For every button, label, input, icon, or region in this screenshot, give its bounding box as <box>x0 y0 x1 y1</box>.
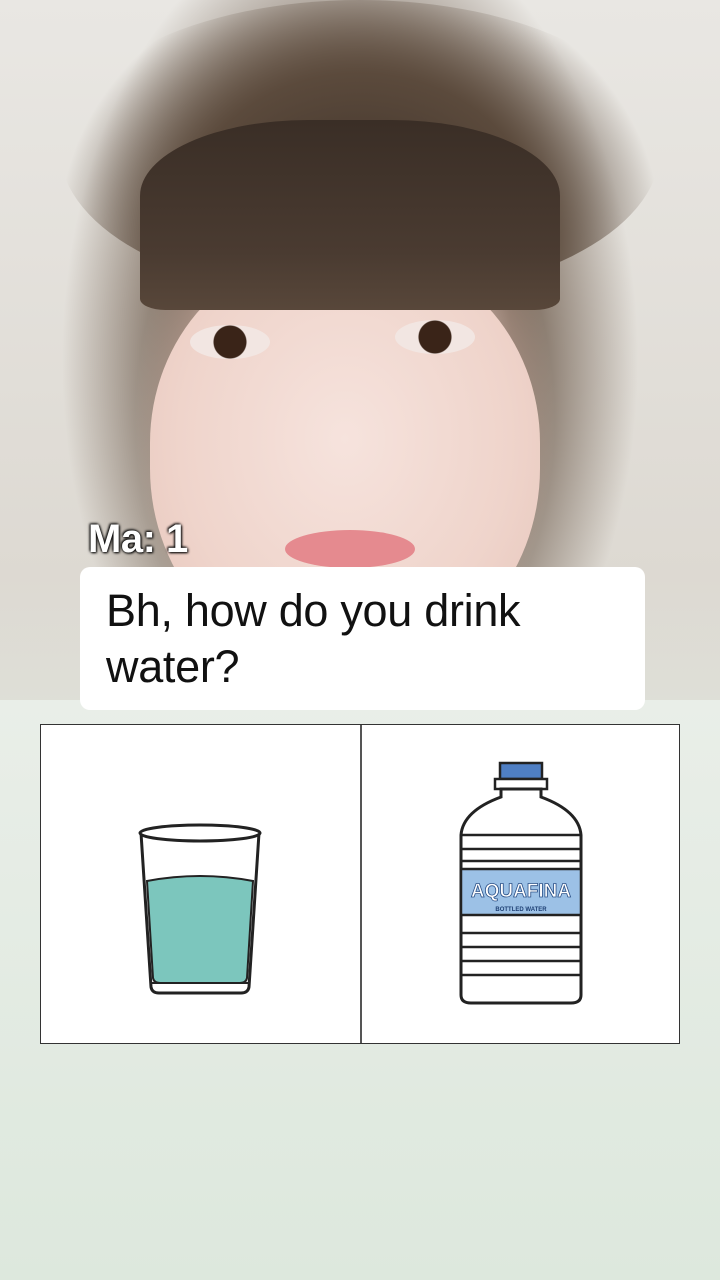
bottle-choice[interactable]: AQUAFINA BOTTLED WATER <box>361 725 680 1043</box>
question-box: Bh, how do you drink water? <box>80 567 645 710</box>
bottle-brand-text: AQUAFINA <box>471 881 572 902</box>
water-glass-icon <box>138 823 262 995</box>
right-eye <box>395 320 475 354</box>
choice-panel: AQUAFINA BOTTLED WATER <box>40 724 680 1044</box>
speaker-label: Ma: 1 <box>88 517 188 561</box>
bangs <box>140 120 560 310</box>
bottle-subtext: BOTTLED WATER <box>495 907 547 913</box>
water-bottle-icon: AQUAFINA BOTTLED WATER <box>459 761 583 1005</box>
lips <box>285 530 415 568</box>
question-text: Bh, how do you drink water? <box>106 585 521 692</box>
glass-choice[interactable] <box>41 725 360 1043</box>
left-eye <box>190 325 270 359</box>
